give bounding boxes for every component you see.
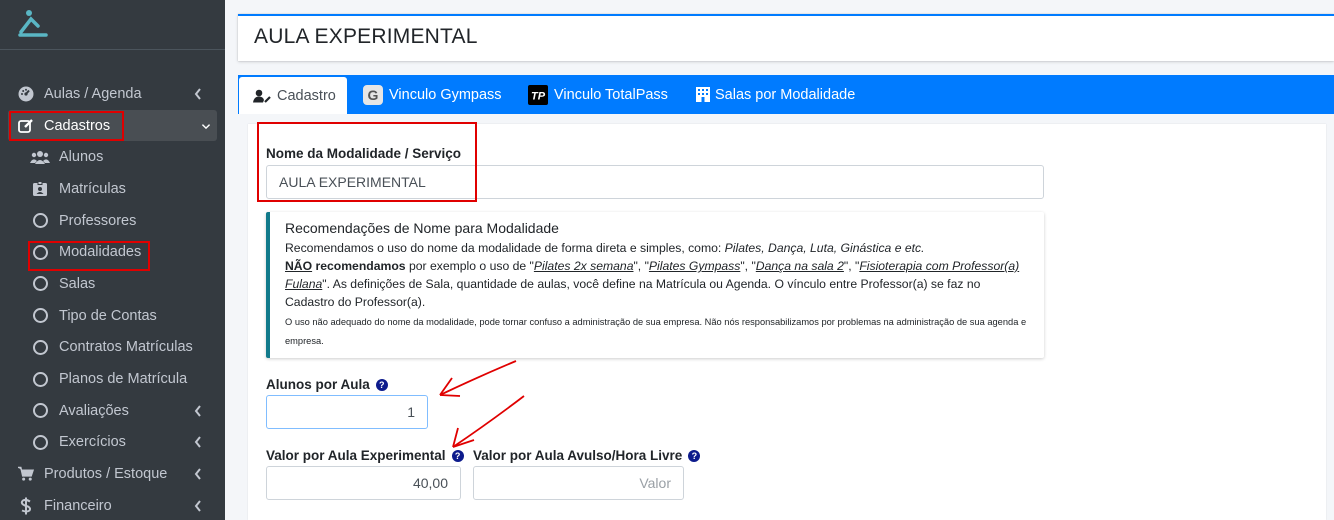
- sidebar-item-planos-de-matricula[interactable]: Planos de Matrícula: [0, 363, 225, 395]
- sidebar-item-label: Planos de Matrícula: [59, 371, 188, 388]
- sidebar-item-label: Contratos Matrículas: [59, 339, 193, 356]
- sidebar-item-contratos-matriculas[interactable]: Contratos Matrículas: [0, 332, 225, 364]
- tab-vinculo-gympass[interactable]: G Vinculo Gympass: [363, 75, 502, 114]
- circle-icon: [32, 276, 48, 292]
- brand: [0, 0, 225, 50]
- valor-aula-avulso-input[interactable]: Valor: [473, 466, 684, 500]
- alunos-por-aula-input[interactable]: 1: [266, 395, 428, 429]
- users-icon: [30, 149, 50, 165]
- help-icon[interactable]: ?: [375, 378, 388, 391]
- circle-icon: [32, 403, 48, 419]
- tachometer-icon: [18, 86, 34, 102]
- cart-icon: [18, 466, 34, 482]
- chevron-down-icon: [201, 123, 211, 129]
- valor-aula-avulso-placeholder: Valor: [639, 475, 671, 491]
- svg-text:TP: TP: [531, 90, 546, 102]
- sidebar-item-label: Produtos / Estoque: [44, 466, 168, 483]
- dollar-icon: [18, 497, 34, 515]
- tab-label: Vinculo Gympass: [389, 86, 502, 103]
- circle-icon: [32, 308, 48, 324]
- sidebar-item-tipo-de-contas[interactable]: Tipo de Contas: [0, 300, 225, 332]
- sidebar-item-label: Aulas / Agenda: [44, 85, 142, 102]
- circle-icon: [32, 339, 48, 355]
- valor-aula-avulso-label: Valor por Aula Avulso/Hora Livre ?: [473, 448, 701, 463]
- gympass-icon: G: [363, 84, 383, 105]
- tabs-bar: Cadastro G Vinculo Gympass TP Vinculo To…: [238, 75, 1334, 114]
- sidebar-item-produtos-estoque[interactable]: Produtos / Estoque: [0, 458, 225, 490]
- valor-aula-experimental-input[interactable]: 40,00: [266, 466, 461, 500]
- sidebar-item-label: Financeiro: [44, 497, 112, 514]
- sidebar-item-alunos[interactable]: Alunos: [0, 141, 225, 173]
- tab-label: Vinculo TotalPass: [554, 86, 668, 103]
- tab-label: Cadastro: [277, 87, 336, 104]
- valor-aula-experimental-value: 40,00: [412, 475, 448, 491]
- tab-salas-por-modalidade[interactable]: Salas por Modalidade: [695, 75, 855, 114]
- page-header: AULA EXPERIMENTAL: [238, 14, 1334, 61]
- sidebar-item-financeiro[interactable]: Financeiro: [0, 490, 225, 520]
- annotation-box-modalidades: [28, 241, 150, 271]
- help-icon[interactable]: ?: [688, 449, 701, 462]
- chevron-left-icon: [194, 468, 201, 480]
- page-title: AULA EXPERIMENTAL: [254, 25, 478, 48]
- sidebar-item-exercicios[interactable]: Exercícios: [0, 427, 225, 459]
- alunos-por-aula-label: Alunos por Aula ?: [266, 377, 388, 392]
- tab-label: Salas por Modalidade: [715, 86, 856, 103]
- logo-icon[interactable]: [18, 8, 48, 38]
- id-badge-icon: [32, 180, 48, 197]
- sidebar-item-professores[interactable]: Professores: [0, 205, 225, 237]
- sidebar-item-label: Salas: [59, 275, 96, 292]
- chevron-left-icon: [194, 88, 201, 100]
- callout-text-2: NÃO recomendamos por exemplo o uso de "P…: [285, 259, 1020, 309]
- sidebar-item-label: Alunos: [59, 149, 104, 166]
- sidebar-item-label: Avaliações: [59, 402, 129, 419]
- help-icon[interactable]: ?: [451, 449, 464, 462]
- building-icon: [695, 86, 711, 103]
- callout-title: Recomendações de Nome para Modalidade: [285, 220, 559, 236]
- circle-icon: [32, 371, 48, 387]
- sidebar-item-label: Professores: [59, 212, 137, 229]
- sidebar-item-label: Matrículas: [59, 180, 126, 197]
- sidebar-item-label: Exercícios: [59, 434, 126, 451]
- sidebar-menu: Aulas / Agenda Cadastros Alunos Matrícul…: [0, 78, 225, 520]
- tab-vinculo-totalpass[interactable]: TP Vinculo TotalPass: [528, 75, 668, 114]
- callout-small-text: O uso não adequado do nome da modalidade…: [285, 317, 1027, 346]
- sidebar-item-label: Tipo de Contas: [59, 307, 157, 324]
- svg-text:G: G: [368, 87, 379, 103]
- sidebar-item-matriculas[interactable]: Matrículas: [0, 173, 225, 205]
- user-edit-icon: [253, 89, 271, 103]
- chevron-left-icon: [194, 405, 201, 417]
- chevron-left-icon: [194, 436, 201, 449]
- alunos-por-aula-value: 1: [407, 404, 415, 420]
- sidebar-item-aulas-agenda[interactable]: Aulas / Agenda: [0, 78, 225, 110]
- annotation-box-nome: [257, 122, 477, 202]
- valor-aula-experimental-label: Valor por Aula Experimental ?: [266, 448, 464, 463]
- chevron-left-icon: [194, 500, 201, 512]
- recommendation-callout: Recomendações de Nome para Modalidade Re…: [266, 212, 1044, 358]
- circle-icon: [32, 434, 48, 450]
- sidebar-item-salas[interactable]: Salas: [0, 268, 225, 300]
- sidebar-item-avaliacoes[interactable]: Avaliações: [0, 395, 225, 427]
- totalpass-icon: TP: [528, 84, 548, 105]
- annotation-box-cadastros: [9, 111, 124, 141]
- callout-text-1: Recomendamos o uso do nome da modalidade…: [285, 241, 925, 255]
- tab-cadastro[interactable]: Cadastro: [239, 77, 347, 114]
- circle-icon: [32, 213, 48, 229]
